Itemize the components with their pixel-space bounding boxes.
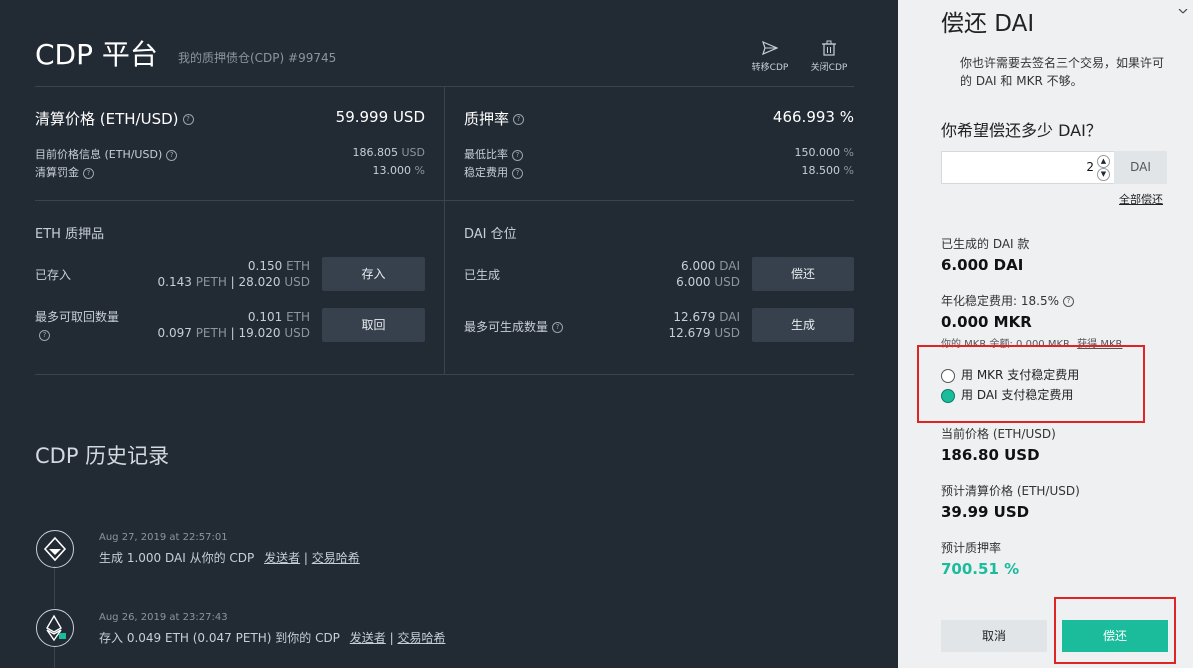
divider [35,200,854,201]
highlight-box [917,345,1145,423]
page-subtitle: 我的质押债仓(CDP) #99745 [178,51,337,65]
withdraw-values: 0.101 ETH 0.097 PETH | 19.020 USD [157,310,311,340]
help-icon: ? [1062,296,1074,307]
max-generate-label: 最多可生成数量? [464,318,564,335]
history-time: Aug 27, 2019 at 22:57:01 [99,532,228,543]
penalty-label: 清算罚金? [35,164,94,180]
current-price-label: 目前价格信息 (ETH/USD)? [35,146,178,162]
generated-dai-value: 6.000 DAI [941,256,1024,274]
transfer-cdp-label: 转移CDP [751,63,789,73]
help-icon: ? [39,330,50,341]
withdraw-button[interactable]: 取回 [322,308,425,342]
max-withdraw-label: 最多可取回数量? [35,310,120,341]
collat-ratio-label: 质押率? [464,108,525,129]
cancel-button[interactable]: 取消 [941,620,1047,652]
min-ratio-label: 最低比率? [464,146,523,162]
fee-value: 0.000 MKR [941,313,1032,331]
close-cdp-button[interactable]: 关闭CDP [808,40,850,73]
help-icon: ? [513,114,525,125]
generated-values: 6.000 DAI 6.000 USD [676,259,740,289]
tx-hash-link[interactable]: 交易哈希 [397,631,445,645]
proj-liq-label: 预计清算价格 (ETH/USD) [941,484,1080,498]
annual-fee-label: 年化稳定费用: 18.5%? [941,292,1074,309]
history-title: CDP 历史记录 [35,444,170,468]
proj-liq-value: 39.99 USD [941,503,1030,521]
sender-link[interactable]: 发送者 [264,551,300,565]
history-item: 存入 0.049 ETH (0.047 PETH) 到你的 CDP 发送者 | … [99,631,446,645]
close-icon[interactable] [1173,0,1193,14]
send-icon [762,40,779,56]
liquidation-price-value: 59.999 USD [335,108,425,126]
deposited-values: 0.150 ETH 0.143 PETH | 28.020 USD [157,259,311,289]
help-icon: ? [552,322,564,333]
transfer-cdp-button[interactable]: 转移CDP [750,40,790,73]
liquidation-price-label: 清算价格 (ETH/USD)? [35,108,194,129]
collat-ratio-value: 466.993 % [772,108,854,126]
timeline-line [54,566,55,608]
cdp-main: CDP 平台 我的质押债仓(CDP) #99745 转移CDP 关闭CDP 清算… [0,0,898,668]
proj-ratio-value: 700.51 % [941,560,1020,578]
help-icon: ? [83,167,94,179]
help-icon: ? [166,149,178,161]
tx-hash-link[interactable]: 交易哈希 [312,551,360,565]
help-icon: ? [182,114,194,125]
decrement-icon[interactable]: ▼ [1097,168,1110,181]
panel-notice: 你也许需要去签名三个交易，如果许可的 DAI 和 MKR 不够。 [960,56,1165,88]
history-time: Aug 26, 2019 at 23:27:43 [99,612,228,623]
panel-title: 偿还 DAI [941,11,1035,37]
repay-all-link[interactable]: 全部偿还 [1119,191,1163,207]
deposited-label: 已存入 [35,268,72,282]
deposit-button[interactable]: 存入 [322,257,425,291]
dai-section-title: DAI 仓位 [464,227,517,242]
generate-button[interactable]: 生成 [752,308,854,342]
proj-ratio-label: 预计质押率 [941,541,1002,555]
amount-input-value: 2 [1086,160,1094,174]
timeline-line [54,646,55,668]
max-generate-values: 12.679 DAI 12.679 USD [668,310,740,340]
highlight-box [1054,597,1176,664]
min-ratio-value: 150.000 % [794,146,854,159]
help-icon: ? [512,149,523,161]
stability-fee-label: 稳定费用? [464,164,523,180]
current-price-value: 186.80 USD [941,446,1040,464]
amount-question: 你希望偿还多少 DAI？ [941,121,1102,140]
divider [35,374,854,375]
generated-label: 已生成 [464,268,501,282]
sender-link[interactable]: 发送者 [350,631,386,645]
amount-unit: DAI [1114,151,1167,184]
increment-icon[interactable]: ▲ [1097,155,1110,168]
deposit-event-icon [36,609,74,647]
penalty-value: 13.000 % [372,164,425,177]
page-title: CDP 平台 [35,38,158,71]
history-item: 生成 1.000 DAI 从你的 CDP 发送者 | 交易哈希 [99,551,360,565]
current-price-label: 当前价格 (ETH/USD) [941,427,1056,441]
amount-input[interactable]: 2 ▲ ▼ [941,151,1115,184]
trash-icon [822,40,836,56]
help-icon: ? [512,167,523,179]
eth-section-title: ETH 质押品 [35,227,105,242]
generated-dai-label: 已生成的 DAI 款 [941,237,1030,251]
payback-panel: 偿还 DAI 你也许需要去签名三个交易，如果许可的 DAI 和 MKR 不够。 … [898,0,1193,668]
payback-button[interactable]: 偿还 [752,257,854,291]
current-price-value: 186.805 USD [352,146,425,159]
column-divider [444,86,445,374]
generate-event-icon [36,530,74,568]
close-cdp-label: 关闭CDP [810,63,848,73]
stability-fee-value: 18.500 % [801,164,854,177]
